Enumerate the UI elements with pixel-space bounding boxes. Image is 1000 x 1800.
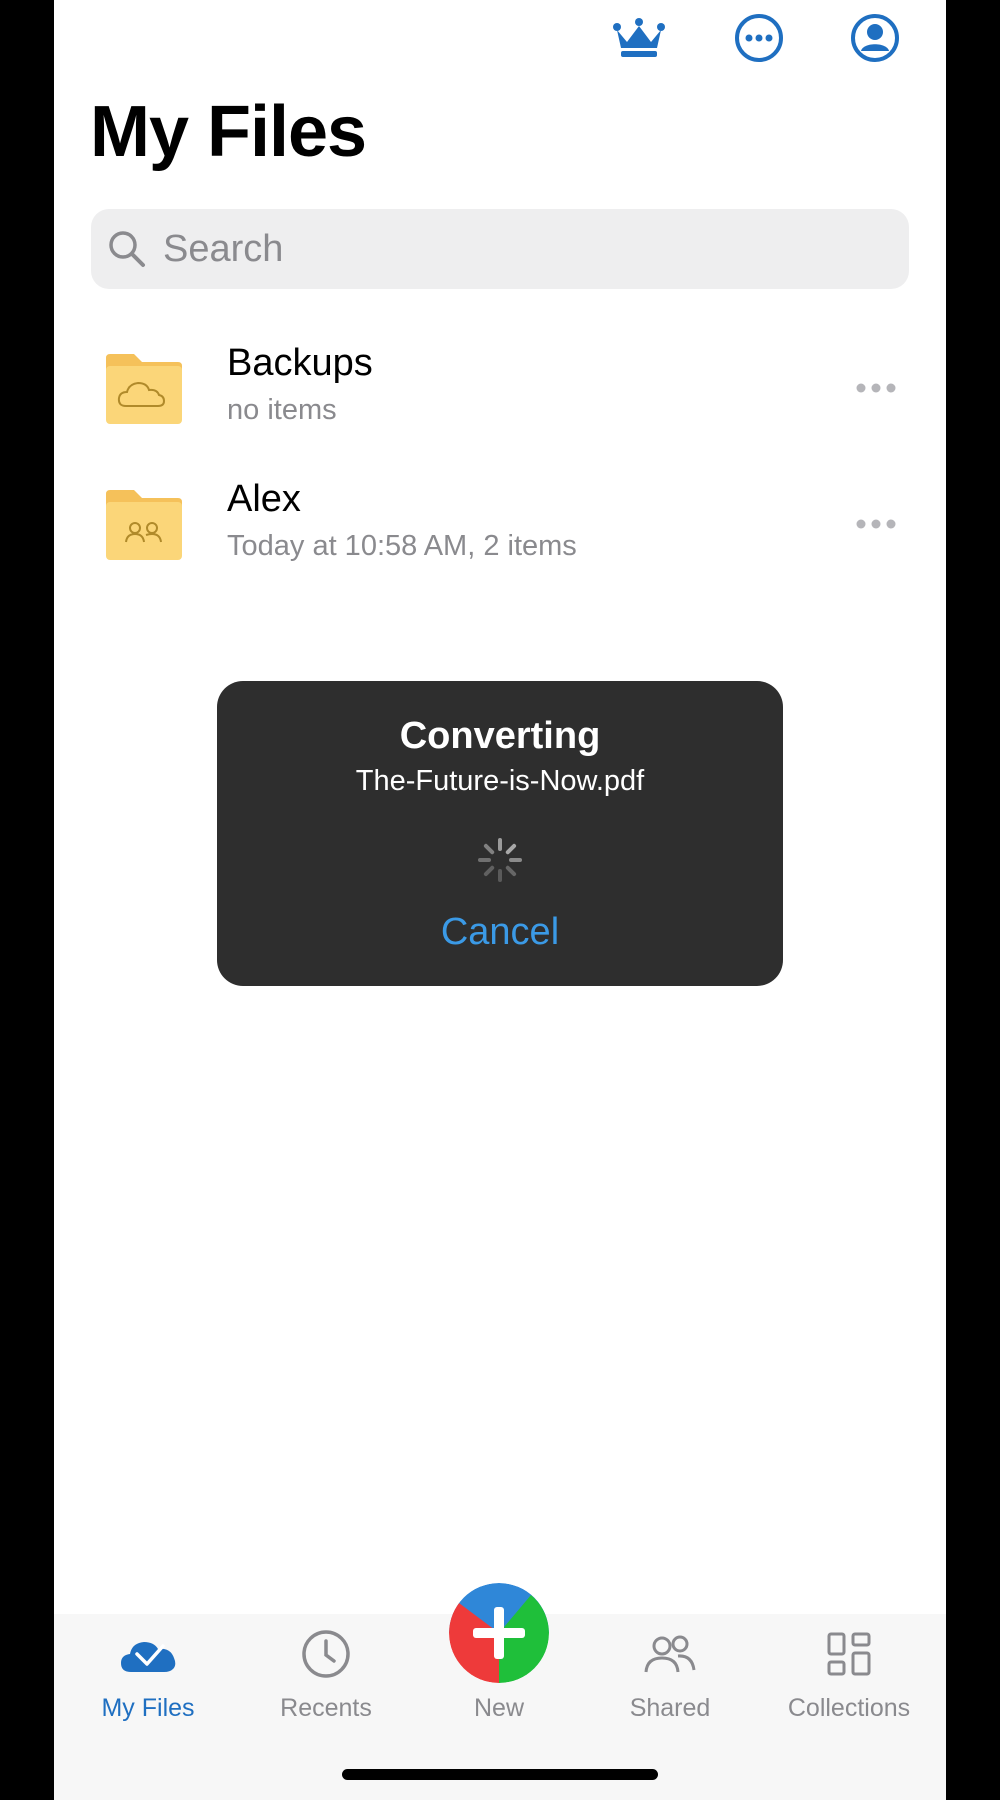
tab-label: New <box>473 1694 524 1722</box>
tab-label: Collections <box>787 1694 911 1722</box>
file-detail: Today at 10:58 AM, 2 items <box>227 530 577 562</box>
search-input[interactable] <box>161 226 865 272</box>
file-name: Backups <box>227 342 373 384</box>
more-circle-icon[interactable] <box>731 10 787 66</box>
tab-label: Recents <box>280 1694 372 1722</box>
tab-shared[interactable]: Shared <box>585 1614 755 1738</box>
search-bar[interactable] <box>91 209 909 289</box>
tab-label: My Files <box>101 1694 195 1722</box>
list-item[interactable]: Alex Today at 10:58 AM, 2 items <box>54 456 946 592</box>
search-icon <box>107 229 147 269</box>
tab-recents[interactable]: Recents <box>241 1614 411 1738</box>
tab-my-files[interactable]: My Files <box>63 1614 233 1738</box>
account-icon[interactable] <box>847 10 903 66</box>
new-button[interactable] <box>449 1583 549 1683</box>
file-detail: no items <box>227 394 337 426</box>
app-screen: My Files Backups no items <box>54 0 946 1800</box>
crown-icon[interactable] <box>611 10 667 66</box>
shared-folder-icon <box>104 484 184 564</box>
tab-label: Shared <box>629 1694 711 1722</box>
list-item[interactable]: Backups no items <box>54 320 946 456</box>
grid-icon <box>819 1624 879 1684</box>
dialog-filename: The-Future-is-Now.pdf <box>355 765 645 797</box>
file-name: Alex <box>227 478 301 520</box>
dialog-title: Converting <box>399 715 601 757</box>
home-indicator[interactable] <box>342 1769 658 1780</box>
more-horizontal-icon[interactable] <box>846 504 906 544</box>
cloud-folder-icon <box>104 348 184 428</box>
clock-icon <box>296 1624 356 1684</box>
spinner-icon <box>477 837 523 883</box>
page-title: My Files <box>90 92 367 172</box>
cancel-button[interactable]: Cancel <box>217 911 783 954</box>
cloud-icon <box>118 1624 178 1684</box>
converting-dialog: Converting The-Future-is-Now.pdf Cancel <box>217 681 783 986</box>
more-horizontal-icon[interactable] <box>846 368 906 408</box>
people-icon <box>640 1624 700 1684</box>
tab-collections[interactable]: Collections <box>764 1614 934 1738</box>
